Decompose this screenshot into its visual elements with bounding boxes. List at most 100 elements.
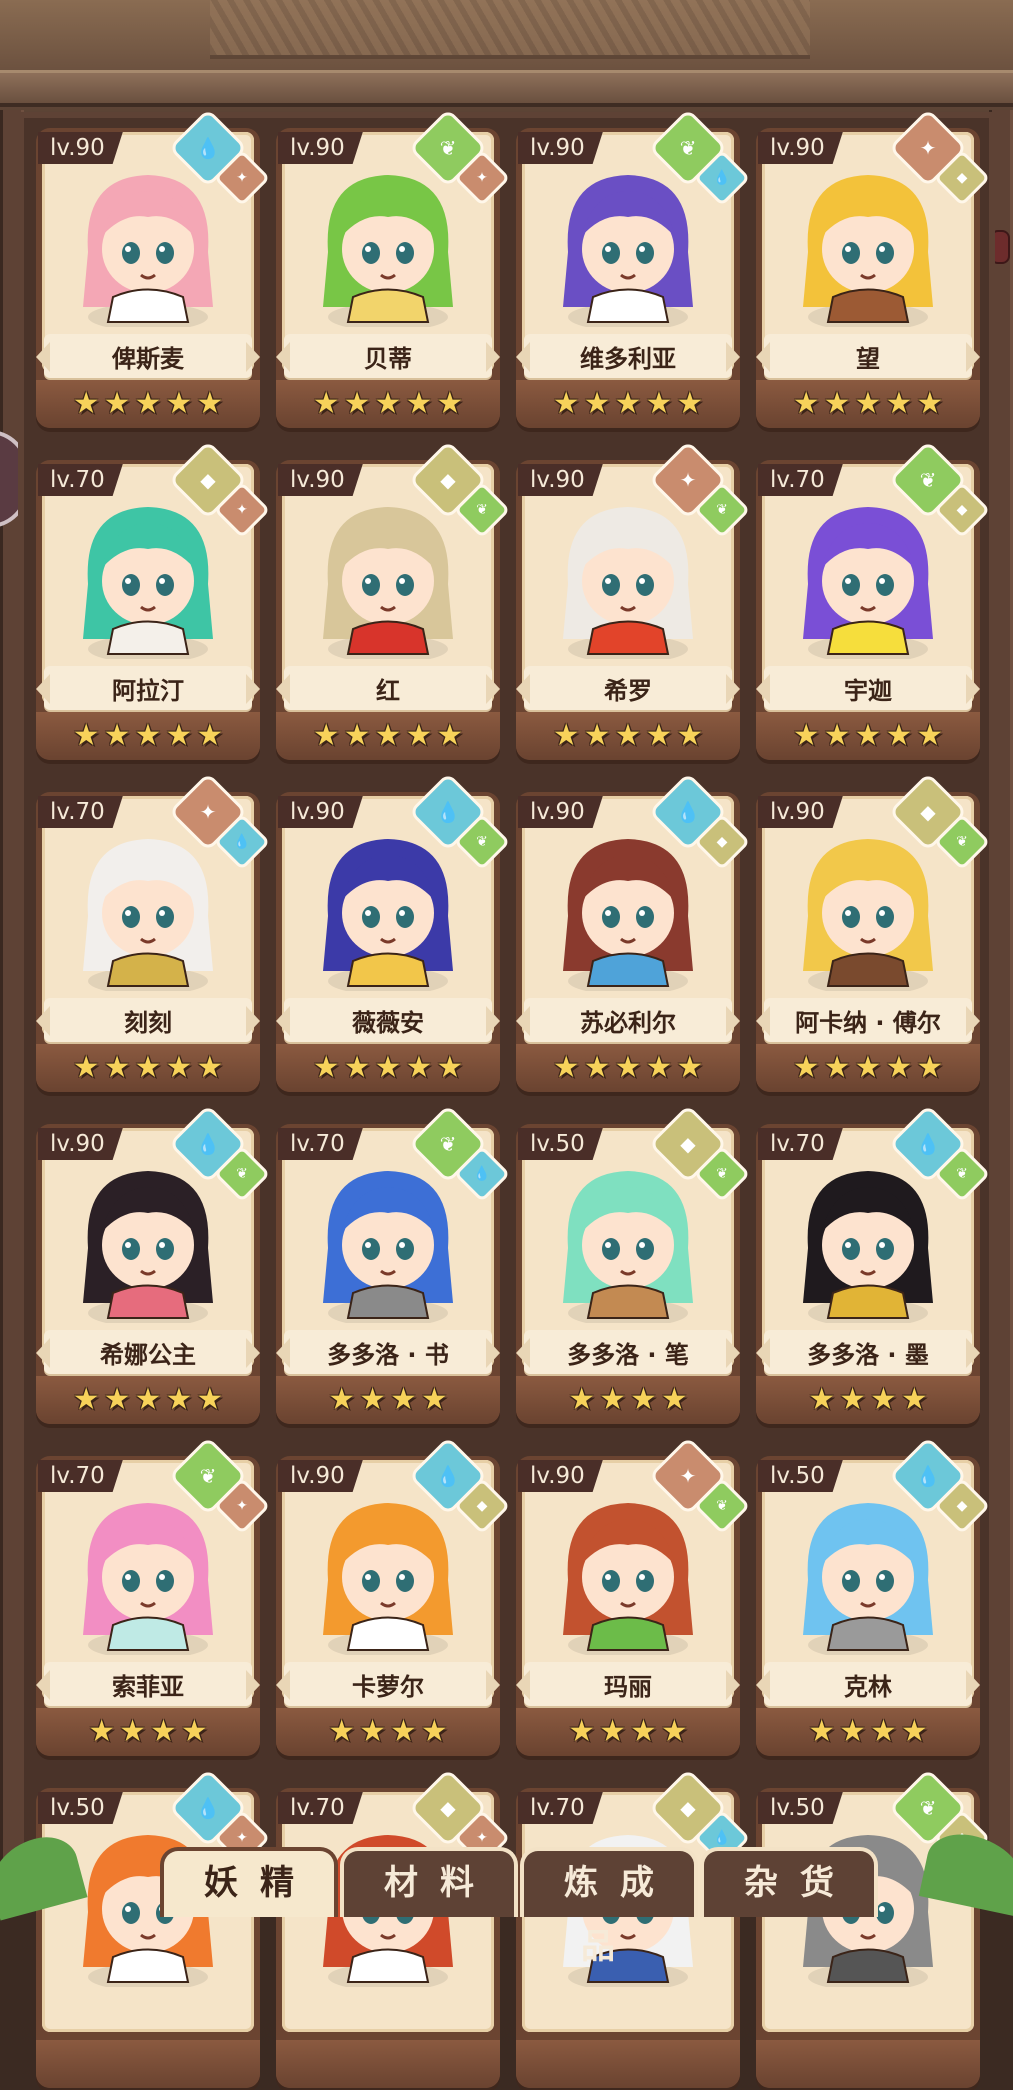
star-icon: ★ <box>196 1050 224 1085</box>
level-badge: lv.90 <box>758 796 843 828</box>
character-name: 阿拉汀 <box>44 666 252 710</box>
character-card[interactable]: lv.70 💧 ❦ 多多洛 · 墨 ★ ★ ★ ★ <box>750 1104 991 1426</box>
star-icon: ★ <box>312 718 340 753</box>
star-icon: ★ <box>660 1382 688 1417</box>
star-rating: ★ ★ ★ ★ <box>276 1380 500 1420</box>
character-card[interactable]: lv.90 💧 ◆ 卡萝尔 ★ ★ ★ ★ <box>270 1436 511 1758</box>
star-icon: ★ <box>916 386 944 421</box>
character-name: 多多洛 · 笔 <box>524 1330 732 1374</box>
star-icon: ★ <box>72 1382 100 1417</box>
character-name: 索菲亚 <box>44 1662 252 1706</box>
star-rating: ★ ★ ★ ★ ★ <box>756 1048 980 1088</box>
character-card[interactable]: lv.70 ❦ ◆ 宇迦 ★ ★ ★ ★ ★ <box>750 440 991 762</box>
star-rating: ★ ★ ★ ★ ★ <box>36 1380 260 1420</box>
roof-beam <box>0 70 1013 107</box>
star-icon: ★ <box>134 718 162 753</box>
star-icon: ★ <box>328 1382 356 1417</box>
star-icon: ★ <box>420 1382 448 1417</box>
star-icon: ★ <box>614 1050 642 1085</box>
star-icon: ★ <box>150 1714 177 1749</box>
star-icon: ★ <box>390 1382 417 1417</box>
star-rating: ★ ★ ★ ★ ★ <box>36 384 260 424</box>
level-badge: lv.90 <box>38 1128 123 1160</box>
star-rating: ★ ★ ★ ★ ★ <box>276 716 500 756</box>
star-rating: ★ ★ ★ ★ <box>756 1712 980 1752</box>
character-card[interactable]: lv.90 ❦ ✦ 贝蒂 ★ ★ ★ ★ ★ <box>270 108 511 430</box>
character-card[interactable]: lv.90 💧 ✦ 俾斯麦 ★ ★ ★ ★ ★ <box>30 108 271 430</box>
tab-fairies[interactable]: 妖精 <box>160 1847 338 1917</box>
character-card[interactable]: lv.90 ◆ ❦ 阿卡纳 · 傅尔 ★ ★ ★ ★ ★ <box>750 772 991 1094</box>
star-icon: ★ <box>854 1050 882 1085</box>
star-icon: ★ <box>614 718 642 753</box>
character-card[interactable]: lv.90 ◆ ❦ 红 ★ ★ ★ ★ ★ <box>270 440 511 762</box>
star-icon: ★ <box>103 386 131 421</box>
level-badge: lv.50 <box>758 1460 843 1492</box>
star-icon: ★ <box>676 386 704 421</box>
character-card[interactable]: lv.90 💧 ❦ 希娜公主 ★ ★ ★ ★ ★ <box>30 1104 271 1426</box>
tab-crafted[interactable]: 炼成品 <box>520 1847 698 1967</box>
character-name: 多多洛 · 墨 <box>764 1330 972 1374</box>
star-icon: ★ <box>374 718 402 753</box>
star-icon: ★ <box>165 1050 193 1085</box>
star-icon: ★ <box>405 718 433 753</box>
character-card[interactable]: lv.50 💧 ◆ 克林 ★ ★ ★ ★ <box>750 1436 991 1758</box>
character-name: 贝蒂 <box>284 334 492 378</box>
star-icon: ★ <box>599 1714 626 1749</box>
star-icon: ★ <box>552 386 580 421</box>
star-icon: ★ <box>165 718 193 753</box>
star-icon: ★ <box>405 1050 433 1085</box>
star-icon: ★ <box>359 1382 386 1417</box>
star-icon: ★ <box>328 1714 356 1749</box>
star-icon: ★ <box>374 386 402 421</box>
character-card[interactable]: lv.90 ❦ 💧 维多利亚 ★ ★ ★ ★ ★ <box>510 108 751 430</box>
character-card[interactable]: lv.90 ✦ ◆ 望 ★ ★ ★ ★ ★ <box>750 108 991 430</box>
star-icon: ★ <box>854 386 882 421</box>
character-name: 多多洛 · 书 <box>284 1330 492 1374</box>
character-name: 维多利亚 <box>524 334 732 378</box>
character-card[interactable]: lv.90 ✦ ❦ 希罗 ★ ★ ★ ★ ★ <box>510 440 751 762</box>
star-icon: ★ <box>676 718 704 753</box>
star-icon: ★ <box>900 1714 928 1749</box>
star-icon: ★ <box>72 1050 100 1085</box>
star-icon: ★ <box>134 386 162 421</box>
character-card[interactable]: lv.70 ❦ ✦ 索菲亚 ★ ★ ★ ★ <box>30 1436 271 1758</box>
star-icon: ★ <box>312 1050 340 1085</box>
tab-goods[interactable]: 杂货 <box>700 1847 878 1917</box>
star-icon: ★ <box>165 1382 193 1417</box>
level-badge: lv.70 <box>38 464 123 496</box>
character-grid: lv.90 💧 ✦ 俾斯麦 ★ ★ ★ ★ ★ lv.90 ❦ ✦ 贝蒂 ★ ★… <box>30 108 995 2090</box>
star-rating: ★ ★ ★ ★ ★ <box>276 384 500 424</box>
star-icon: ★ <box>885 1050 913 1085</box>
star-icon: ★ <box>374 1050 402 1085</box>
roof-header <box>0 0 1013 121</box>
level-badge: lv.70 <box>38 796 123 828</box>
character-card[interactable]: lv.90 💧 ❦ 薇薇安 ★ ★ ★ ★ ★ <box>270 772 511 1094</box>
star-icon: ★ <box>568 1382 596 1417</box>
star-rating: ★ ★ ★ ★ ★ <box>516 716 740 756</box>
star-icon: ★ <box>436 386 464 421</box>
star-icon: ★ <box>343 718 371 753</box>
character-card[interactable]: lv.70 ✦ 💧 刻刻 ★ ★ ★ ★ ★ <box>30 772 271 1094</box>
star-icon: ★ <box>343 1050 371 1085</box>
card-plank <box>276 2040 500 2088</box>
character-card[interactable]: lv.70 ❦ 💧 多多洛 · 书 ★ ★ ★ ★ <box>270 1104 511 1426</box>
character-card[interactable]: lv.50 ◆ ❦ 多多洛 · 笔 ★ ★ ★ ★ <box>510 1104 751 1426</box>
star-rating: ★ ★ ★ ★ ★ <box>756 716 980 756</box>
star-icon: ★ <box>103 1382 131 1417</box>
star-icon: ★ <box>420 1714 448 1749</box>
star-icon: ★ <box>583 718 611 753</box>
character-card[interactable]: lv.90 ✦ ❦ 玛丽 ★ ★ ★ ★ <box>510 1436 751 1758</box>
star-icon: ★ <box>808 1714 836 1749</box>
card-plank <box>756 2040 980 2088</box>
level-badge: lv.70 <box>38 1460 123 1492</box>
character-card[interactable]: lv.70 ◆ ✦ 阿拉汀 ★ ★ ★ ★ ★ <box>30 440 271 762</box>
star-icon: ★ <box>165 386 193 421</box>
star-icon: ★ <box>630 1382 657 1417</box>
level-badge: lv.90 <box>278 796 363 828</box>
star-icon: ★ <box>823 1050 851 1085</box>
tab-materials[interactable]: 材料 <box>340 1847 518 1917</box>
bottom-tab-bar: 妖精 材料 炼成品 杂货 <box>0 1815 1013 1967</box>
star-icon: ★ <box>134 1382 162 1417</box>
character-card[interactable]: lv.90 💧 ◆ 苏必利尔 ★ ★ ★ ★ ★ <box>510 772 751 1094</box>
star-icon: ★ <box>196 718 224 753</box>
